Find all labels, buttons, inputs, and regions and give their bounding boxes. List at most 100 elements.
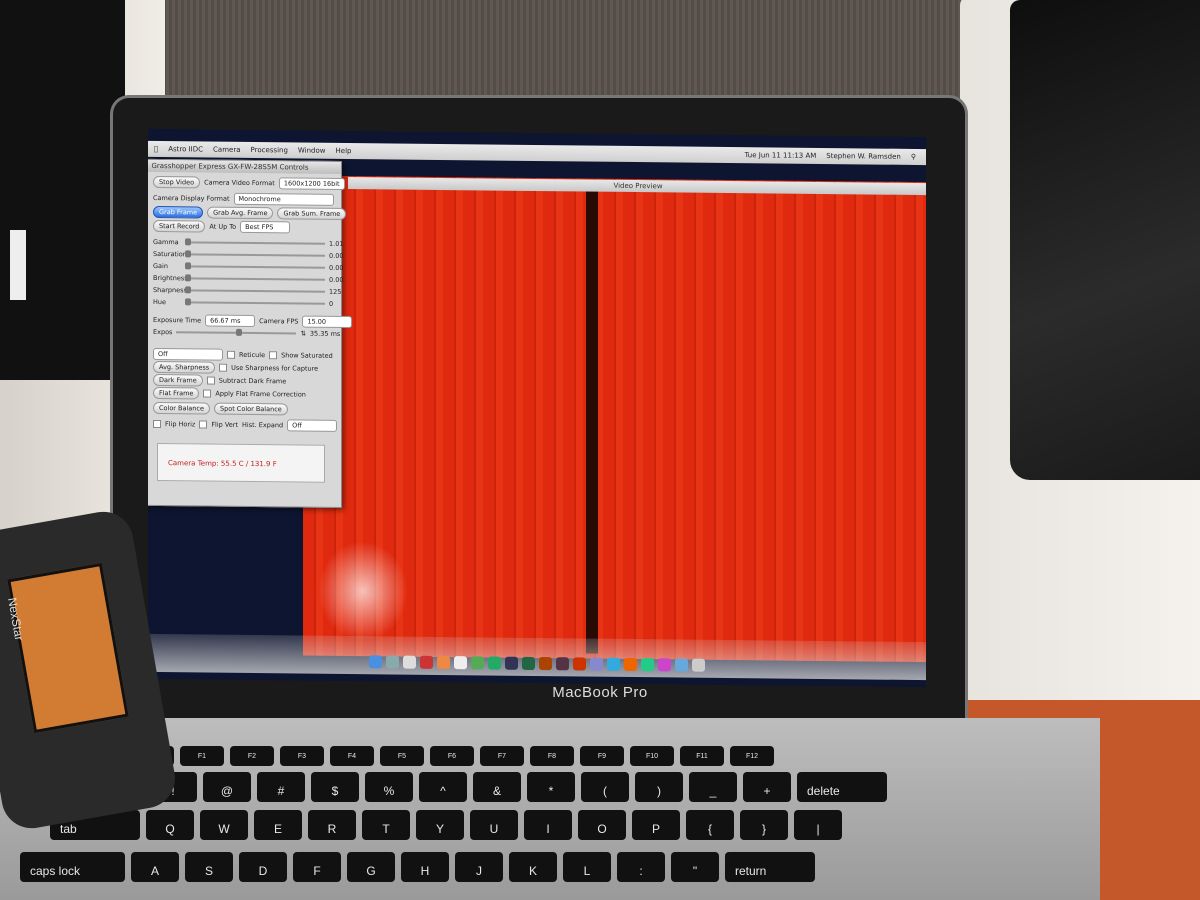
- app-icon[interactable]: [454, 656, 467, 670]
- spot-color-balance-button[interactable]: Spot Color Balance: [213, 402, 288, 416]
- flip-horiz-checkbox[interactable]: [153, 419, 161, 429]
- key-u[interactable]: U: [470, 810, 518, 840]
- display-format-select[interactable]: Monochrome: [233, 192, 334, 206]
- key-t[interactable]: T: [362, 810, 410, 840]
- exposure-slider[interactable]: [176, 328, 297, 336]
- key-k[interactable]: K: [509, 852, 557, 882]
- key-3[interactable]: #: [257, 772, 305, 802]
- hue-slider[interactable]: [185, 298, 325, 306]
- key-5[interactable]: %: [365, 772, 413, 802]
- key-r[interactable]: R: [308, 810, 356, 840]
- key-f1[interactable]: F1: [180, 746, 224, 766]
- use-sharpness-checkbox[interactable]: [219, 363, 228, 372]
- app-icon[interactable]: [386, 655, 399, 669]
- key-4[interactable]: $: [311, 772, 359, 802]
- folder-icon[interactable]: [675, 658, 688, 672]
- key-7[interactable]: &: [473, 772, 521, 802]
- app-icon[interactable]: [437, 655, 450, 670]
- key-9[interactable]: (: [581, 772, 629, 802]
- key-g[interactable]: G: [347, 852, 395, 882]
- key-quote[interactable]: ": [671, 852, 719, 882]
- saturation-slider[interactable]: [185, 250, 325, 258]
- app-icon[interactable]: [539, 657, 552, 671]
- key-f5[interactable]: F5: [380, 746, 424, 766]
- gain-slider[interactable]: [185, 262, 325, 270]
- key-d[interactable]: D: [239, 852, 287, 882]
- key-e[interactable]: E: [254, 810, 302, 840]
- grab-frame-button[interactable]: Grab Frame: [153, 205, 204, 219]
- menu-item-processing[interactable]: Processing: [251, 146, 288, 154]
- menu-item-help[interactable]: Help: [336, 147, 352, 155]
- show-saturated-checkbox[interactable]: [269, 351, 278, 360]
- subtract-dark-checkbox[interactable]: [206, 376, 215, 385]
- flat-frame-button[interactable]: Flat Frame: [153, 386, 200, 400]
- video-format-select[interactable]: 1600x1200 16bit: [278, 177, 345, 190]
- key-return[interactable]: return: [725, 852, 815, 882]
- grab-avg-frame-button[interactable]: Grab Avg. Frame: [207, 206, 274, 220]
- stepper-icon[interactable]: ⇅: [300, 330, 305, 338]
- finder-icon[interactable]: [369, 655, 382, 669]
- app-icon[interactable]: [420, 655, 433, 669]
- key-f2[interactable]: F2: [230, 746, 274, 766]
- gamma-slider[interactable]: [185, 238, 325, 246]
- key-f12[interactable]: F12: [730, 746, 774, 766]
- hist-expand-select[interactable]: Off: [287, 419, 338, 432]
- spotlight-icon[interactable]: ⚲: [911, 153, 916, 161]
- key-colon[interactable]: :: [617, 852, 665, 882]
- sharpness-slider[interactable]: [185, 286, 325, 294]
- key-q[interactable]: Q: [146, 810, 194, 840]
- key-j[interactable]: J: [455, 852, 503, 882]
- key-f7[interactable]: F7: [480, 746, 524, 766]
- app-icon[interactable]: [607, 657, 620, 671]
- menubar-user[interactable]: Stephen W. Ramsden: [826, 152, 901, 161]
- dark-frame-button[interactable]: Dark Frame: [153, 373, 203, 387]
- app-icon[interactable]: [590, 657, 603, 671]
- key-a[interactable]: A: [131, 852, 179, 882]
- menu-item-app[interactable]: Astro IIDC: [168, 145, 203, 153]
- key-8[interactable]: *: [527, 772, 575, 802]
- apply-flat-checkbox[interactable]: [203, 389, 212, 398]
- key-p[interactable]: P: [632, 810, 680, 840]
- flip-vert-checkbox[interactable]: [199, 420, 208, 429]
- app-icon[interactable]: [505, 656, 518, 670]
- key-o[interactable]: O: [578, 810, 626, 840]
- key-h[interactable]: H: [401, 852, 449, 882]
- key-lbrace[interactable]: {: [686, 810, 734, 840]
- trash-icon[interactable]: [692, 658, 705, 672]
- key-f11[interactable]: F11: [680, 746, 724, 766]
- key-f9[interactable]: F9: [580, 746, 624, 766]
- menubar-clock[interactable]: Tue Jun 11 11:13 AM: [745, 151, 817, 160]
- key-rbrace[interactable]: }: [740, 810, 788, 840]
- key-2[interactable]: @: [203, 772, 251, 802]
- brightness-slider[interactable]: [185, 274, 325, 282]
- key-pipe[interactable]: |: [794, 810, 842, 840]
- key-minus[interactable]: _: [689, 772, 737, 802]
- menu-item-window[interactable]: Window: [298, 146, 326, 154]
- app-icon[interactable]: [403, 655, 416, 669]
- app-icon[interactable]: [522, 656, 535, 670]
- menu-item-camera[interactable]: Camera: [213, 146, 240, 154]
- reticule-checkbox[interactable]: [227, 350, 235, 359]
- key-s[interactable]: S: [185, 852, 233, 882]
- camera-fps-select[interactable]: 15.00: [302, 315, 353, 329]
- exposure-time-select[interactable]: 66.67 ms: [205, 314, 256, 328]
- app-icon[interactable]: [488, 656, 501, 670]
- key-delete[interactable]: delete: [797, 772, 887, 802]
- stop-video-button[interactable]: Stop Video: [153, 175, 201, 189]
- color-balance-button[interactable]: Color Balance: [153, 401, 210, 415]
- app-icon[interactable]: [658, 658, 671, 672]
- key-l[interactable]: L: [563, 852, 611, 882]
- key-w[interactable]: W: [200, 810, 248, 840]
- key-6[interactable]: ^: [419, 772, 467, 802]
- app-icon[interactable]: [556, 657, 569, 671]
- app-icon[interactable]: [471, 656, 484, 670]
- apple-icon[interactable]: : [154, 145, 158, 153]
- key-0[interactable]: ): [635, 772, 683, 802]
- app-icon[interactable]: [573, 657, 586, 671]
- avg-sharpness-button[interactable]: Avg. Sharpness: [153, 360, 216, 374]
- key-f4[interactable]: F4: [330, 746, 374, 766]
- key-f8[interactable]: F8: [530, 746, 574, 766]
- key-f10[interactable]: F10: [630, 746, 674, 766]
- fps-mode-select[interactable]: Best FPS: [240, 220, 291, 234]
- start-record-button[interactable]: Start Record: [153, 219, 206, 233]
